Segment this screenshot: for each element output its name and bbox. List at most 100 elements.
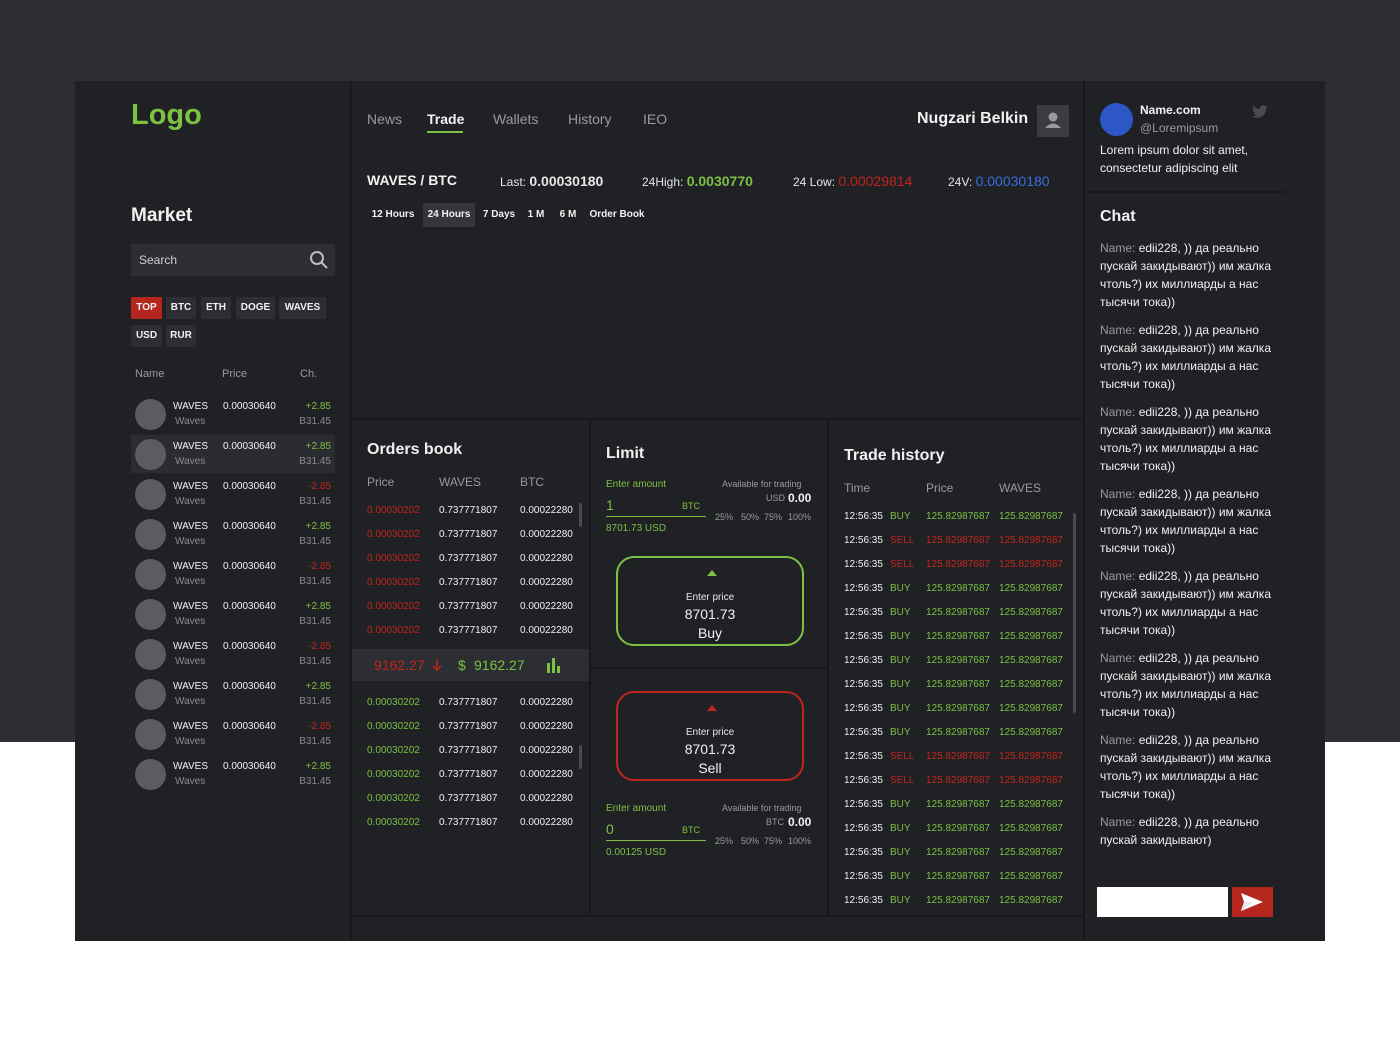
coin-change: +2.85 (305, 401, 331, 412)
trade-price: 125.82987687 (926, 679, 990, 690)
ob-waves: 0.737771807 (439, 505, 498, 516)
sell-pct-25[interactable]: 25% (715, 836, 733, 846)
trade-amount: 125.82987687 (999, 775, 1063, 786)
nav-trade[interactable]: Trade (427, 111, 464, 127)
trade-price: 125.82987687 (926, 895, 990, 906)
bids-scrollbar[interactable] (579, 745, 582, 769)
tweet-name[interactable]: Name.com (1140, 103, 1201, 117)
divider (352, 418, 1083, 420)
coin-name: Waves (175, 536, 206, 547)
trade-amount: 125.82987687 (999, 655, 1063, 666)
ob-price: 0.00030202 (367, 793, 420, 804)
trade-amount: 125.82987687 (999, 703, 1063, 714)
trade-amount: 125.82987687 (999, 511, 1063, 522)
search-icon[interactable] (309, 250, 329, 270)
coin-symbol: WAVES (173, 521, 209, 532)
sell-label: Sell (698, 760, 722, 776)
trade-time: 12:56:35 (844, 655, 883, 666)
arrow-down-icon (432, 658, 442, 676)
buy-pct-50[interactable]: 50% (741, 512, 759, 522)
timeframe-12h[interactable]: 12 Hours (367, 203, 419, 227)
nav-wallets[interactable]: Wallets (493, 111, 538, 127)
market-row[interactable]: WAVES Waves 0.00030640 -2.85 B31.45 (131, 715, 335, 753)
coin-price: 0.00030640 (223, 601, 276, 612)
market-row[interactable]: WAVES Waves 0.00030640 +2.85 B31.45 (131, 755, 335, 793)
send-icon (1241, 893, 1263, 911)
user-avatar[interactable] (1037, 105, 1069, 137)
tweet-avatar[interactable] (1100, 103, 1133, 136)
search-input[interactable]: Search (131, 244, 335, 276)
filter-top[interactable]: TOP (131, 297, 162, 319)
coin-price: 0.00030640 (223, 521, 276, 532)
market-row[interactable]: WAVES Waves 0.00030640 +2.85 B31.45 (131, 675, 335, 713)
trade-side: BUY (890, 703, 911, 714)
chat-input[interactable] (1097, 887, 1228, 917)
chat-message: Name: edii228, )) да реально пускай заки… (1100, 485, 1280, 557)
ob-price: 0.00030202 (367, 745, 420, 756)
sell-button[interactable]: Enter price 8701.73 Sell (616, 691, 804, 781)
logo[interactable]: Logo (131, 99, 202, 132)
trade-price: 125.82987687 (926, 727, 990, 738)
chat-message: Name: edii228, )) да реально пускай заки… (1100, 731, 1280, 803)
trade-history-scrollbar[interactable] (1073, 513, 1076, 713)
trade-history-title: Trade history (844, 447, 945, 464)
market-row[interactable]: WAVES Waves 0.00030640 -2.85 B31.45 (131, 475, 335, 513)
ob-col-waves: WAVES (439, 475, 482, 489)
buy-button[interactable]: Enter price 8701.73 Buy (616, 556, 804, 646)
timeframe-1m[interactable]: 1 M (523, 203, 549, 227)
coin-avatar (135, 399, 166, 430)
sell-pct-100[interactable]: 100% (788, 836, 811, 846)
coin-name: Waves (175, 616, 206, 627)
divider (827, 420, 829, 915)
filter-usd[interactable]: USD (131, 325, 162, 347)
timeframe-order-book[interactable]: Order Book (587, 203, 647, 227)
timeframe-7d[interactable]: 7 Days (479, 203, 519, 227)
coin-avatar (135, 639, 166, 670)
market-row[interactable]: WAVES Waves 0.00030640 +2.85 B31.45 (131, 395, 335, 433)
filter-doge[interactable]: DOGE (236, 297, 275, 319)
nav-history[interactable]: History (568, 111, 612, 127)
sell-amount-input[interactable]: 0 BTC (606, 819, 706, 841)
filter-btc[interactable]: BTC (166, 297, 196, 319)
buy-pct-75[interactable]: 75% (764, 512, 782, 522)
nav-news[interactable]: News (367, 111, 402, 127)
asks-scrollbar[interactable] (579, 503, 582, 527)
trade-price: 125.82987687 (926, 607, 990, 618)
trade-time: 12:56:35 (844, 751, 883, 762)
ob-waves: 0.737771807 (439, 553, 498, 564)
coin-price: 0.00030640 (223, 641, 276, 652)
sell-pct-50[interactable]: 50% (741, 836, 759, 846)
chat-author: Name: (1100, 651, 1136, 665)
sell-pct-75[interactable]: 75% (764, 836, 782, 846)
market-row[interactable]: WAVES Waves 0.00030640 +2.85 B31.45 (131, 515, 335, 553)
market-row[interactable]: WAVES Waves 0.00030640 +2.85 B31.45 (131, 595, 335, 633)
timeframe-24h[interactable]: 24 Hours (423, 203, 475, 227)
filter-rur[interactable]: RUR (166, 325, 196, 347)
coin-avatar (135, 559, 166, 590)
username[interactable]: Nugzari Belkin (917, 110, 1028, 128)
twitter-icon[interactable] (1252, 105, 1268, 124)
buy-pct-100[interactable]: 100% (788, 512, 811, 522)
market-row[interactable]: WAVES Waves 0.00030640 -2.85 B31.45 (131, 635, 335, 673)
trade-amount: 125.82987687 (999, 847, 1063, 858)
bar-chart-icon[interactable] (546, 657, 562, 678)
filter-eth[interactable]: ETH (201, 297, 231, 319)
ob-price: 0.00030202 (367, 577, 420, 588)
ob-btc: 0.00022280 (520, 745, 573, 756)
coin-name: Waves (175, 776, 206, 787)
timeframe-6m[interactable]: 6 M (555, 203, 581, 227)
divider (1085, 191, 1285, 193)
buy-amount-input[interactable]: 1 BTC (606, 495, 706, 517)
coin-symbol: WAVES (173, 761, 209, 772)
market-row[interactable]: WAVES Waves 0.00030640 -2.85 B31.45 (131, 555, 335, 593)
filter-waves[interactable]: WAVES (279, 297, 326, 319)
trade-price: 125.82987687 (926, 655, 990, 666)
market-row[interactable]: WAVES Waves 0.00030640 +2.85 B31.45 (131, 435, 335, 473)
buy-pct-25[interactable]: 25% (715, 512, 733, 522)
tweet-handle[interactable]: @Loremipsum (1140, 121, 1218, 135)
ticker-volume: 24V: 0.00030180 (948, 173, 1050, 189)
nav-ieo[interactable]: IEO (643, 111, 667, 127)
coin-name: Waves (175, 456, 206, 467)
ticker-volume-value: 0.00030180 (975, 173, 1050, 189)
send-button[interactable] (1232, 887, 1273, 917)
